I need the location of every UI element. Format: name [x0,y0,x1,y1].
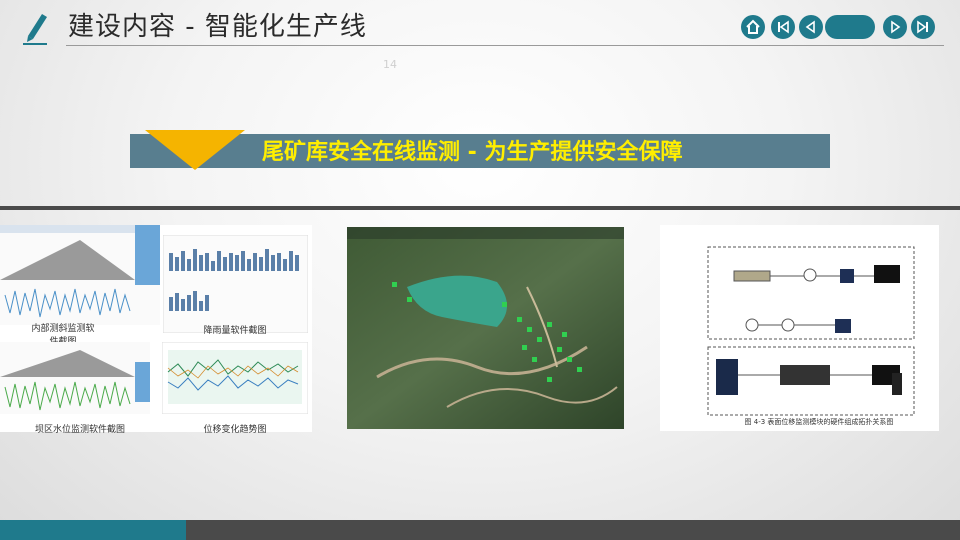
first-slide-button[interactable] [771,15,795,39]
header: 建设内容 - 智能化生产线 [0,0,960,48]
displacement-trend-chart [162,342,308,414]
software-screenshots-image: 内部测斜监测软件截图 降雨量软件截图 坝区水位监测软件截图 位移变化趋势图 [0,225,312,435]
topology-diagram [660,225,939,431]
slide-indicator[interactable] [825,15,875,39]
page-number: 14 [383,58,397,71]
caption-rainfall: 降雨量软件截图 [203,326,267,336]
satellite-map-image [347,227,624,429]
home-button[interactable] [741,15,765,39]
last-slide-button[interactable] [911,15,935,39]
footer-accent [0,520,186,540]
inclinometer-chart [0,225,160,325]
prev-icon [805,20,815,34]
pencil-icon [23,14,47,45]
caption-water-level: 坝区水位监测软件截图 [34,425,125,435]
header-divider [66,45,944,46]
previous-slide-button[interactable] [799,15,823,39]
water-level-chart [0,342,150,414]
banner-triangle-decoration [145,130,245,170]
map-graphic [347,227,624,429]
hardware-topology-image: 图 4-3 表面位移监测模块的硬件组成拓扑关系图 [660,225,939,431]
next-icon [891,20,901,34]
home-icon [746,19,760,34]
skip-back-icon [778,20,789,34]
page-title: 建设内容 - 智能化生产线 [68,12,367,42]
caption-displacement: 位移变化趋势图 [203,425,267,435]
banner-heading: 尾矿库安全在线监测 - 为生产提供安全保障 [262,140,683,165]
content-divider [0,206,960,210]
caption-topology: 图 4-3 表面位移监测模块的硬件组成拓扑关系图 [744,418,894,426]
slide-navigation [741,15,941,39]
rainfall-chart [163,235,308,333]
skip-forward-icon [917,20,928,34]
next-slide-button[interactable] [883,15,907,39]
